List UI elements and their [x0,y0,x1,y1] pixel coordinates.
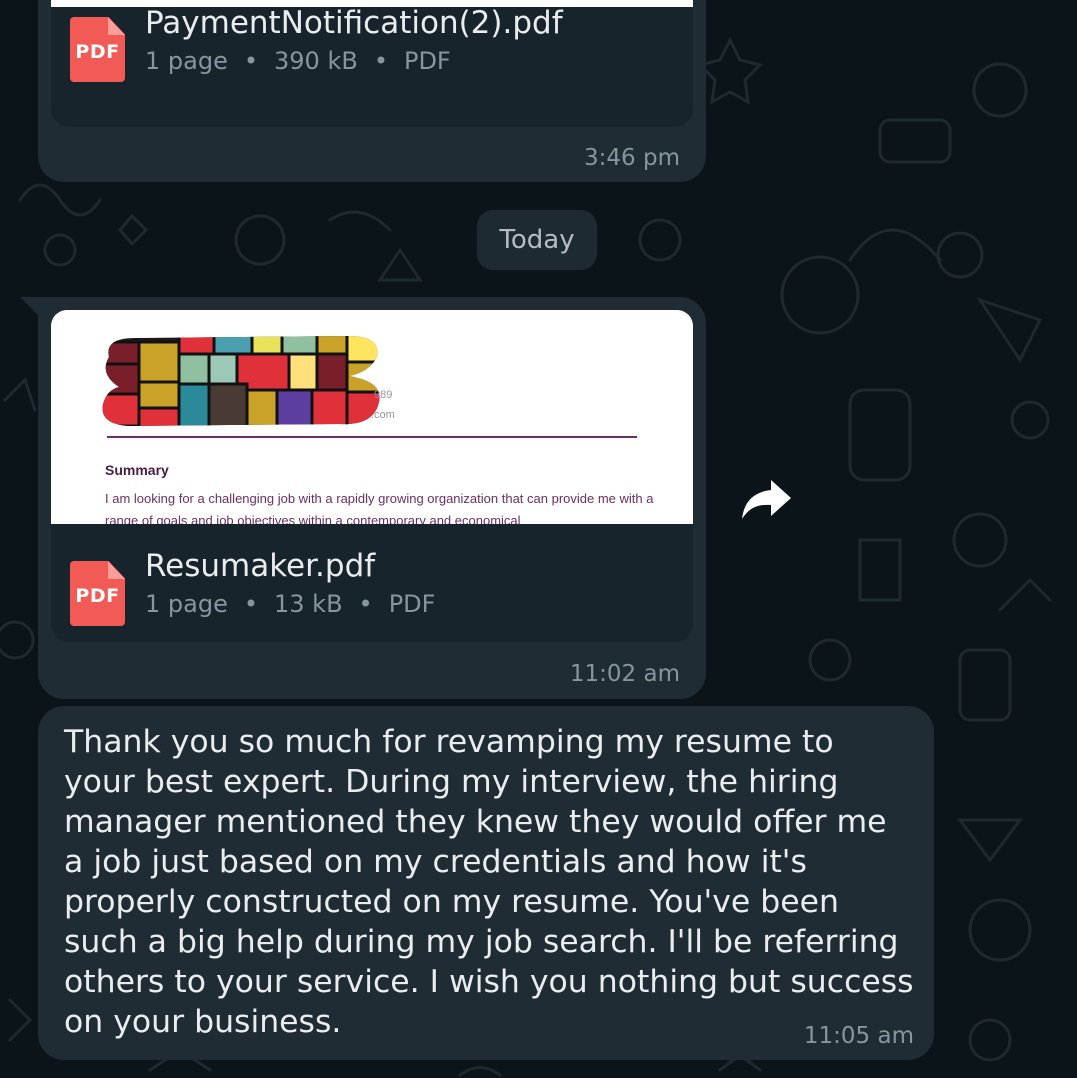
file-name: Resumaker.pdf [145,548,376,584]
pdf-file-icon: PDF [70,17,125,82]
forward-button[interactable] [739,474,795,524]
preview-divider [107,436,637,438]
file-size: 13 kB [274,590,343,618]
date-separator: Today [477,210,597,270]
file-name: PaymentNotification(2).pdf [145,5,563,41]
file-meta: 1 page • 13 kB • PDF [145,590,435,618]
preview-fragment: 989 [374,389,393,401]
preview-body: I am looking for a challenging job with … [105,491,654,524]
pdf-icon-corner [108,17,125,35]
forward-arrow-icon [742,480,791,519]
message-timestamp: 3:46 pm [584,145,680,171]
file-attachment[interactable]: PDF PaymentNotification(2).pdf 1 page • … [51,5,693,127]
file-type: PDF [403,47,451,75]
file-size: 390 kB [274,47,358,75]
message-timestamp: 11:05 am [803,1023,914,1049]
meta-separator: • [243,590,258,618]
preview-fragment: .com [371,409,395,421]
message-text: Thank you so much for revamping my resum… [64,724,914,1040]
preview-heading: Summary [105,462,169,478]
file-meta: 1 page • 390 kB • PDF [145,47,451,75]
message-timestamp: 11:02 am [569,661,680,687]
meta-separator: • [358,590,373,618]
meta-separator: • [373,47,388,75]
message-bubble[interactable]: Thank you so much for revamping my resum… [38,706,934,1060]
file-pages: 1 page [145,47,228,75]
meta-separator: • [243,47,258,75]
message-bubble[interactable]: 989 .com Summary I am looking for a chal… [20,297,706,699]
pdf-icon-label: PDF [75,585,120,607]
file-attachment[interactable]: PDF Resumaker.pdf 1 page • 13 kB • PDF [51,524,693,642]
file-type: PDF [388,590,436,618]
message-bubble[interactable]: PDF PaymentNotification(2).pdf 1 page • … [38,0,706,182]
document-preview-thumbnail[interactable]: 989 .com Summary I am looking for a chal… [51,310,693,524]
bubble-tail [20,297,38,315]
file-pages: 1 page [145,590,228,618]
redacted-scribble [102,336,380,426]
pdf-icon-corner [108,561,125,579]
pdf-file-icon: PDF [70,561,125,626]
pdf-icon-label: PDF [75,41,120,63]
